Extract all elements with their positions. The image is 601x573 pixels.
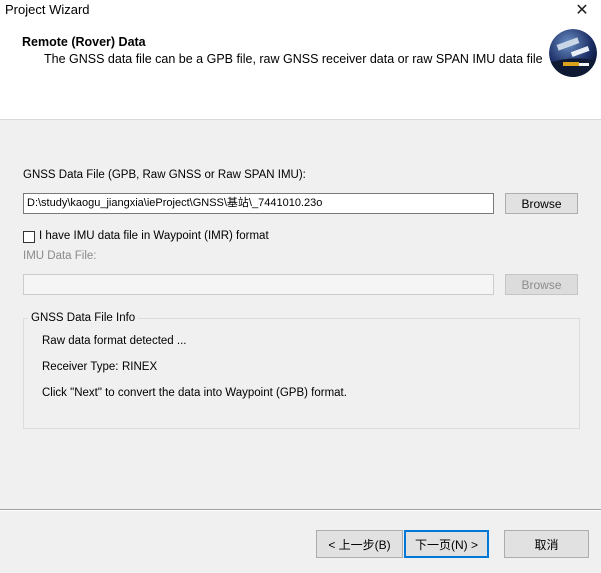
next-instruction-text: Click "Next" to convert the data into Wa… xyxy=(42,387,347,399)
cancel-button[interactable]: 取消 xyxy=(504,530,589,558)
title-bar: Project Wizard ✕ xyxy=(0,0,601,22)
gnss-file-label: GNSS Data File (GPB, Raw GNSS or Raw SPA… xyxy=(23,169,306,181)
imu-file-input[interactable] xyxy=(23,274,494,295)
imu-checkbox-label[interactable]: I have IMU data file in Waypoint (IMR) f… xyxy=(39,230,269,242)
back-button[interactable]: < 上一步(B) xyxy=(316,530,403,558)
next-button[interactable]: 下一页(N) > xyxy=(404,530,489,558)
imu-browse-button[interactable]: Browse xyxy=(505,274,578,295)
close-icon[interactable]: ✕ xyxy=(571,0,593,22)
satellite-logo-icon xyxy=(549,29,597,77)
footer-divider-highlight xyxy=(0,510,601,511)
step-title: Remote (Rover) Data xyxy=(22,35,146,49)
gnss-file-input[interactable]: D:\study\kaogu_jiangxia\ieProject\GNSS\基… xyxy=(23,193,494,214)
receiver-type-label: Receiver Type: xyxy=(42,361,119,373)
imu-file-label: IMU Data File: xyxy=(23,250,97,262)
receiver-type-value: RINEX xyxy=(122,361,158,373)
format-detected-text: Raw data format detected ... xyxy=(42,335,187,347)
gnss-browse-button[interactable]: Browse xyxy=(505,193,578,214)
imu-checkbox[interactable] xyxy=(23,231,35,243)
wizard-header: Remote (Rover) Data The GNSS data file c… xyxy=(0,22,601,120)
window-title: Project Wizard xyxy=(5,2,90,17)
gnss-info-group-title: GNSS Data File Info xyxy=(28,312,139,324)
step-description: The GNSS data file can be a GPB file, ra… xyxy=(44,52,543,66)
